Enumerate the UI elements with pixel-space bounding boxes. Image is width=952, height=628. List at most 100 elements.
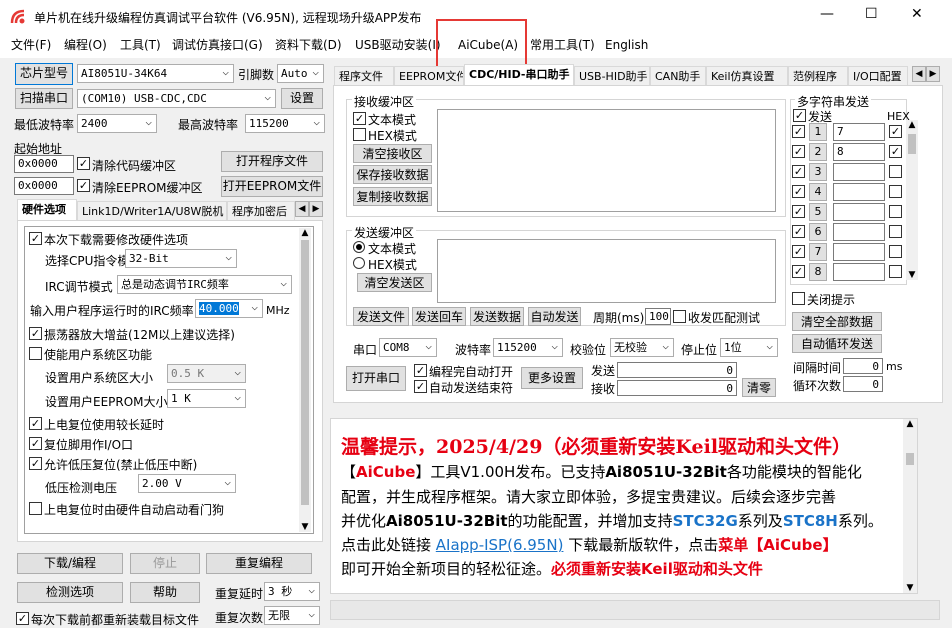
user-sys-size-select[interactable]: 0.5 K — [167, 364, 246, 383]
menu-common-tools[interactable]: 常用工具(T) — [530, 34, 595, 58]
multi-row-hex-checkbox[interactable] — [889, 265, 902, 278]
tab-scroll-left[interactable]: ◀ — [295, 201, 309, 217]
multi-send-scrollbar[interactable]: ▲ ▼ — [906, 120, 918, 280]
menu-file[interactable]: 文件(F) — [11, 34, 51, 58]
help-button[interactable]: 帮助 — [130, 582, 200, 603]
tab-eeprom-file[interactable]: EEPROM文件 — [394, 66, 464, 86]
multi-row-input[interactable] — [833, 263, 885, 281]
rx-text-mode-checkbox[interactable]: ✓ — [353, 112, 366, 125]
tab-offline[interactable]: Link1D/Writer1A/U8W脱机 — [77, 201, 227, 221]
serial-port-select[interactable]: COM8 — [379, 338, 437, 357]
hardware-scrollbar[interactable]: ▲ ▼ — [299, 228, 311, 532]
tab-examples[interactable]: 范例程序 — [788, 66, 848, 86]
more-settings-button[interactable]: 更多设置 — [521, 367, 583, 389]
multi-row-hex-checkbox[interactable] — [889, 245, 902, 258]
multi-row-input[interactable] — [833, 203, 885, 221]
download-link[interactable]: AIapp-ISP(6.95N) — [436, 536, 564, 554]
multi-row-input[interactable]: 8 — [833, 143, 885, 161]
max-baud-select[interactable]: 115200 — [245, 114, 325, 133]
amp-gain-checkbox[interactable]: ✓ — [29, 327, 42, 340]
parity-select[interactable]: 无校验 — [610, 338, 674, 357]
clear-all-button[interactable]: 清空全部数据 — [792, 312, 882, 331]
multi-row-hex-checkbox[interactable] — [889, 185, 902, 198]
copy-rx-button[interactable]: 复制接收数据 — [353, 187, 432, 206]
right-tab-scroll-left[interactable]: ◀ — [912, 66, 926, 82]
loop-count-input[interactable]: 0 — [843, 376, 883, 392]
open-eeprom-button[interactable]: 打开EEPROM文件 — [221, 176, 323, 197]
reset-io-checkbox[interactable]: ✓ — [29, 437, 42, 450]
match-test-checkbox[interactable] — [673, 310, 686, 323]
tab-keil-sim[interactable]: Keil仿真设置 — [706, 66, 788, 86]
tab-usb-hid[interactable]: USB-HID助手 — [574, 66, 650, 86]
lvd-voltage-select[interactable]: 2.00 V — [138, 474, 236, 493]
auto-close-checkbox[interactable]: ✓ — [414, 380, 427, 393]
chip-model-select[interactable]: AI8051U-34K64 — [77, 64, 234, 83]
stop-button[interactable]: 停止 — [130, 553, 200, 574]
tab-can[interactable]: CAN助手 — [650, 66, 706, 86]
receive-textarea[interactable] — [437, 109, 776, 212]
multi-row-hex-checkbox[interactable]: ✓ — [889, 145, 902, 158]
clear-code-checkbox[interactable]: ✓ — [77, 157, 90, 170]
pins-select[interactable]: Auto — [277, 64, 324, 83]
auto-loop-button[interactable]: 自动循环发送 — [792, 334, 882, 353]
reset-delay-checkbox[interactable]: ✓ — [29, 417, 42, 430]
multi-row-checkbox[interactable]: ✓ — [792, 125, 805, 138]
menu-english[interactable]: English — [605, 34, 648, 58]
multi-row-checkbox[interactable]: ✓ — [792, 145, 805, 158]
redo-program-button[interactable]: 重复编程 — [206, 553, 312, 574]
tab-program-file[interactable]: 程序文件 — [334, 66, 394, 86]
clear-count-button[interactable]: 清零 — [742, 378, 776, 397]
notice-scrollbar[interactable]: ▲ ▼ — [903, 419, 917, 593]
clear-tx-button[interactable]: 清空发送区 — [357, 273, 432, 292]
menu-tools[interactable]: 工具(T) — [120, 34, 161, 58]
multi-send-all-checkbox[interactable]: ✓ — [793, 109, 806, 122]
clear-eeprom-checkbox[interactable]: ✓ — [77, 179, 90, 192]
tab-encrypt[interactable]: 程序加密后 — [227, 201, 295, 221]
menu-download[interactable]: 资料下载(D) — [275, 34, 342, 58]
eeprom-address-input[interactable]: 0x0000 — [14, 177, 74, 195]
repeat-count-select[interactable]: 无限 — [264, 606, 320, 625]
baud-select[interactable]: 115200 — [493, 338, 563, 357]
multi-row-hex-checkbox[interactable] — [889, 205, 902, 218]
eeprom-size-select[interactable]: 1 K — [167, 389, 246, 408]
tab-io-config[interactable]: I/O口配置 — [848, 66, 908, 86]
multi-row-input[interactable] — [833, 183, 885, 201]
send-textarea[interactable] — [437, 239, 776, 303]
send-file-button[interactable]: 发送文件 — [353, 307, 409, 326]
multi-row-checkbox[interactable]: ✓ — [792, 225, 805, 238]
menu-usb-driver[interactable]: USB驱动安装(I) — [355, 34, 441, 58]
port-select[interactable]: (COM10) USB-CDC,CDC — [77, 89, 276, 108]
tx-hex-mode-radio[interactable] — [353, 257, 365, 269]
multi-row-hex-checkbox[interactable]: ✓ — [889, 125, 902, 138]
clear-rx-button[interactable]: 清空接收区 — [353, 144, 432, 163]
save-rx-button[interactable]: 保存接收数据 — [353, 165, 432, 184]
auto-open-checkbox[interactable]: ✓ — [414, 364, 427, 377]
multi-row-checkbox[interactable]: ✓ — [792, 245, 805, 258]
download-button[interactable]: 下载/编程 — [17, 553, 123, 574]
multi-row-checkbox[interactable]: ✓ — [792, 265, 805, 278]
maximize-button[interactable]: ☐ — [865, 6, 878, 22]
multi-row-checkbox[interactable]: ✓ — [792, 185, 805, 198]
interval-input[interactable]: 0 — [843, 358, 883, 374]
auto-send-button[interactable]: 自动发送 — [528, 307, 581, 326]
tab-serial-assistant[interactable]: CDC/HID-串口助手 — [464, 64, 574, 86]
settings-button[interactable]: 设置 — [281, 88, 323, 109]
multi-row-input[interactable] — [833, 223, 885, 241]
tab-hardware[interactable]: 硬件选项 — [17, 199, 77, 221]
multi-row-checkbox[interactable]: ✓ — [792, 165, 805, 178]
menu-debug[interactable]: 调试仿真接口(G) — [172, 34, 263, 58]
irc-mode-select[interactable]: 总是动态调节IRC频率 — [117, 275, 292, 294]
minimize-button[interactable]: — — [820, 6, 834, 22]
open-port-button[interactable]: 打开串口 — [346, 366, 406, 391]
min-baud-select[interactable]: 2400 — [77, 114, 157, 133]
multi-row-input[interactable] — [833, 163, 885, 181]
stop-bits-select[interactable]: 1位 — [720, 338, 778, 357]
multi-row-hex-checkbox[interactable] — [889, 225, 902, 238]
tx-text-mode-radio[interactable] — [353, 241, 365, 253]
repeat-delay-select[interactable]: 3 秒 — [264, 582, 320, 601]
multi-row-input[interactable] — [833, 243, 885, 261]
send-enter-button[interactable]: 发送回车 — [412, 307, 466, 326]
check-options-button[interactable]: 检测选项 — [17, 582, 123, 603]
close-button[interactable]: ✕ — [911, 6, 923, 22]
scan-port-button[interactable]: 扫描串口 — [15, 88, 73, 109]
